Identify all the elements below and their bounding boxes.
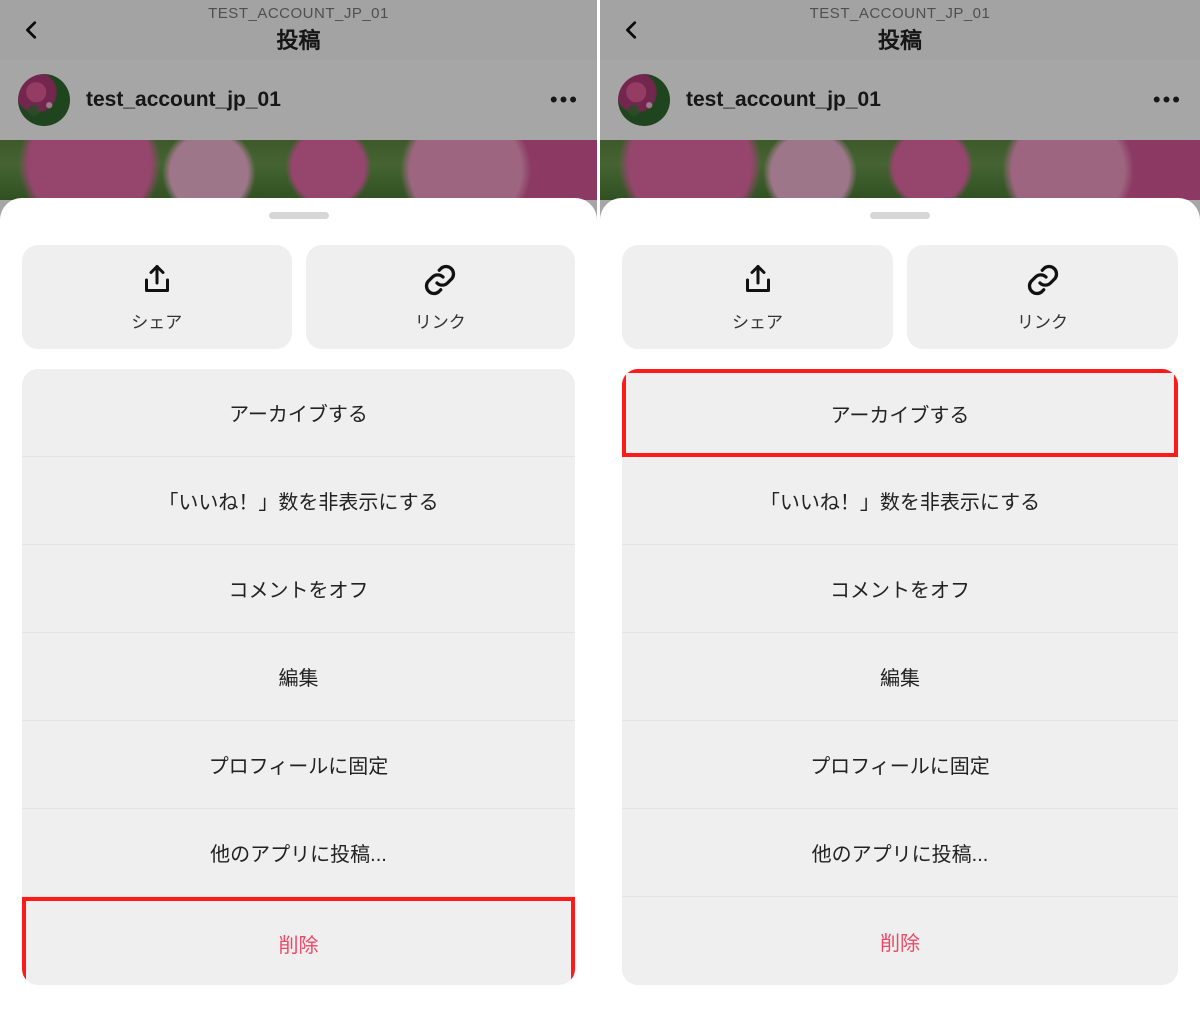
sheet-grabber[interactable]	[269, 212, 329, 219]
share-icon	[740, 262, 776, 298]
menu-item-label: アーカイブする	[831, 399, 970, 428]
link-icon	[422, 262, 458, 298]
menu-item-1[interactable]: 「いいね！」数を非表示にする	[622, 457, 1178, 545]
menu-item-label: 編集	[880, 662, 920, 691]
menu-item-1[interactable]: 「いいね！」数を非表示にする	[22, 457, 575, 545]
menu-item-label: アーカイブする	[229, 398, 368, 427]
menu-item-2[interactable]: コメントをオフ	[622, 545, 1178, 633]
share-button[interactable]: シェア	[22, 245, 292, 349]
share-button[interactable]: シェア	[622, 245, 893, 349]
menu-item-label: プロフィールに固定	[810, 750, 990, 779]
link-button[interactable]: リンク	[907, 245, 1178, 349]
menu-item-3[interactable]: 編集	[622, 633, 1178, 721]
menu-item-label: 削除	[880, 927, 920, 956]
menu-item-6[interactable]: 削除	[22, 897, 575, 985]
link-button[interactable]: リンク	[306, 245, 576, 349]
menu-item-label: 「いいね！」数を非表示にする	[760, 486, 1040, 515]
link-label: リンク	[415, 308, 466, 333]
link-icon	[1025, 262, 1061, 298]
menu-item-0[interactable]: アーカイブする	[622, 369, 1178, 457]
menu-item-label: プロフィールに固定	[209, 750, 389, 779]
menu-item-3[interactable]: 編集	[22, 633, 575, 721]
link-label: リンク	[1017, 308, 1068, 333]
menu-item-6[interactable]: 削除	[622, 897, 1178, 985]
share-icon	[139, 262, 175, 298]
menu-item-label: 削除	[279, 929, 319, 958]
menu-item-2[interactable]: コメントをオフ	[22, 545, 575, 633]
menu-item-0[interactable]: アーカイブする	[22, 369, 575, 457]
menu-item-label: コメントをオフ	[830, 574, 970, 603]
action-sheet: シェア リンク アーカイブする「いいね！」数を非表示にするコメントをオフ編集プロ…	[600, 198, 1200, 1029]
phone-right: TEST_ACCOUNT_JP_01 投稿 test_account_jp_01…	[600, 0, 1200, 1029]
menu-item-label: コメントをオフ	[229, 574, 369, 603]
action-sheet: シェア リンク アーカイブする「いいね！」数を非表示にするコメントをオフ編集プロ…	[0, 198, 597, 1029]
sheet-action-row: シェア リンク	[0, 245, 597, 369]
menu-item-label: 他のアプリに投稿...	[812, 838, 989, 867]
menu-item-label: 他のアプリに投稿...	[210, 838, 387, 867]
phone-left: TEST_ACCOUNT_JP_01 投稿 test_account_jp_01…	[0, 0, 600, 1029]
menu-item-4[interactable]: プロフィールに固定	[22, 721, 575, 809]
sheet-action-row: シェア リンク	[600, 245, 1200, 369]
share-label: シェア	[732, 308, 783, 333]
menu-item-4[interactable]: プロフィールに固定	[622, 721, 1178, 809]
sheet-menu: アーカイブする「いいね！」数を非表示にするコメントをオフ編集プロフィールに固定他…	[22, 369, 575, 985]
menu-item-5[interactable]: 他のアプリに投稿...	[622, 809, 1178, 897]
share-label: シェア	[131, 308, 182, 333]
menu-item-label: 編集	[279, 662, 319, 691]
sheet-grabber[interactable]	[870, 212, 930, 219]
sheet-menu: アーカイブする「いいね！」数を非表示にするコメントをオフ編集プロフィールに固定他…	[622, 369, 1178, 985]
menu-item-5[interactable]: 他のアプリに投稿...	[22, 809, 575, 897]
menu-item-label: 「いいね！」数を非表示にする	[158, 486, 438, 515]
